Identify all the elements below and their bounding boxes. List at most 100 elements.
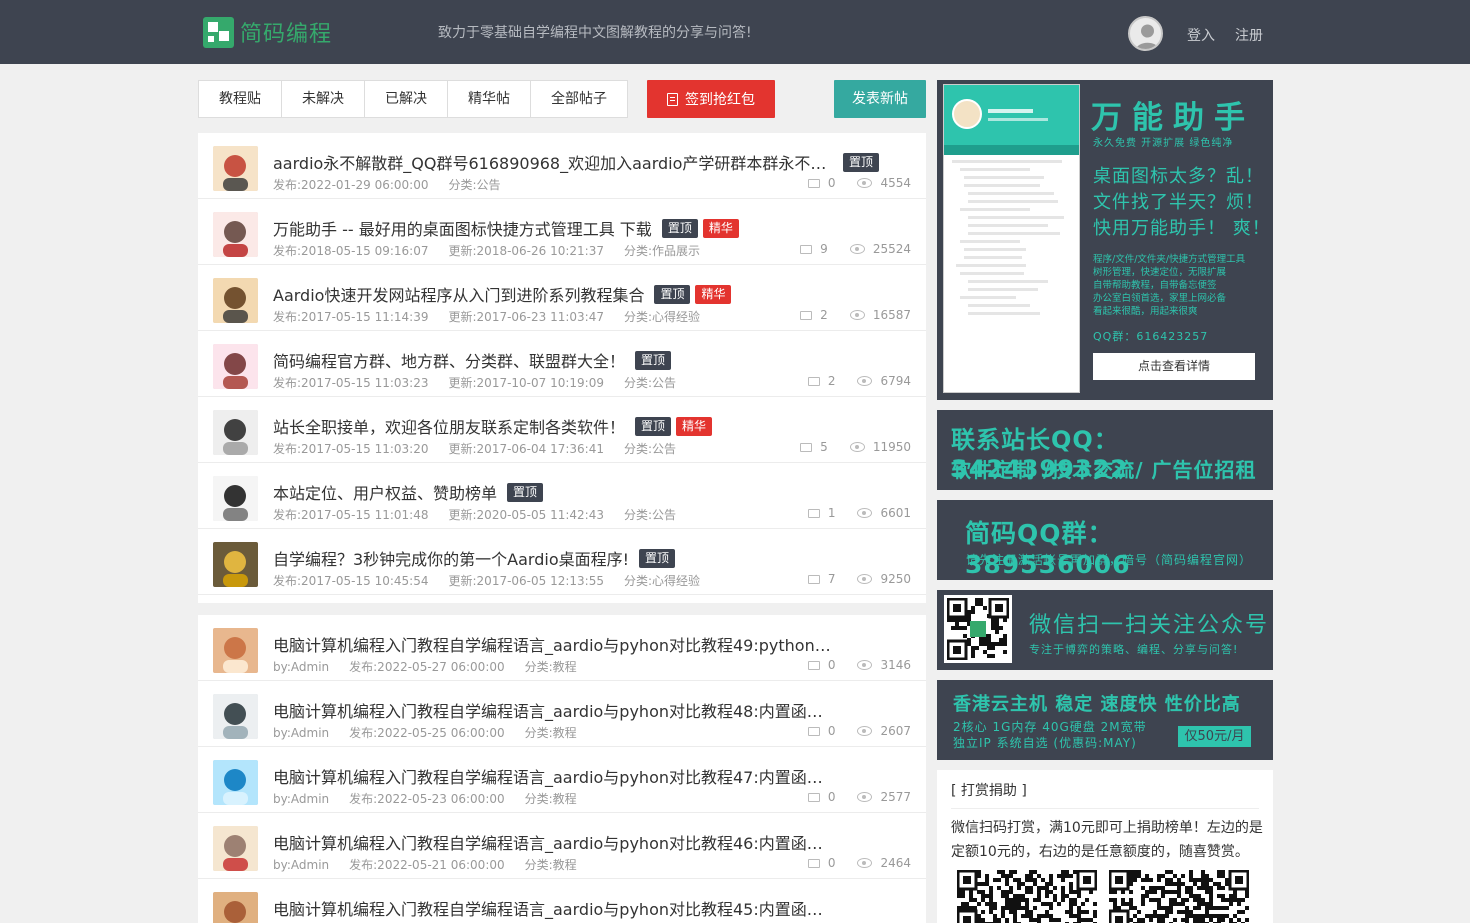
post-author-avatar[interactable]: [213, 760, 258, 805]
comment-icon: [807, 726, 820, 736]
post-title-link[interactable]: aardio永不解散群_QQ群号616890968_欢迎加入aardio产学研群…: [273, 150, 833, 174]
comment-count: 0: [827, 790, 836, 804]
ad-group-line2: 请先注册激活帐号再加群，暗号（简码编程官网）: [966, 553, 1253, 567]
post-title-link[interactable]: 简码编程官方群、地方群、分类群、联盟群大全！: [273, 348, 625, 372]
eye-icon: [857, 858, 873, 868]
comment-count: 9: [820, 242, 828, 256]
sticky-badge: 置顶: [639, 548, 676, 568]
sticky-badge: 置顶: [661, 218, 698, 238]
eye-icon: [857, 508, 873, 518]
post-author-avatar[interactable]: [213, 146, 258, 191]
post-title-link[interactable]: 电脑计算机编程入门教程自学编程语言_aardio与pyhon对比教程49:pyt…: [273, 632, 833, 656]
ad-qq-group[interactable]: 简码QQ群：389536006 请先注册激活帐号再加群，暗号（简码编程官网）: [937, 500, 1273, 580]
ad-qq-group: QQ群：616423257: [1093, 330, 1209, 343]
view-count: 6601: [880, 506, 911, 520]
view-count: 16587: [872, 308, 911, 322]
comment-icon: [807, 508, 820, 518]
sticky-badge: 置顶: [654, 284, 691, 304]
register-link[interactable]: 注册: [1235, 25, 1263, 45]
post-row[interactable]: 电脑计算机编程入门教程自学编程语言_aardio与pyhon对比教程49:pyt…: [198, 615, 926, 681]
post-author-avatar[interactable]: [213, 892, 258, 923]
post-updated: 更新:2017-06-04 17:36:41: [448, 442, 605, 456]
post-row[interactable]: aardio永不解散群_QQ群号616890968_欢迎加入aardio产学研群…: [198, 133, 926, 199]
eye-icon: [857, 574, 873, 584]
post-meta: by:Admin 发布:2022-05-21 06:00:00 分类:教程: [273, 856, 597, 873]
post-author-avatar[interactable]: [213, 278, 258, 323]
login-link[interactable]: 登入: [1187, 25, 1215, 45]
ad-contact-admin[interactable]: 联系站长QQ：3424399322 软件定制 /技术交流/ 广告位招租: [937, 410, 1273, 490]
eye-icon: [857, 660, 873, 670]
post-row[interactable]: 简码编程官方群、地方群、分类群、联盟群大全！ 置顶 发布:2017-05-15 11…: [198, 331, 926, 397]
user-avatar-icon[interactable]: [1128, 16, 1163, 51]
post-author-avatar[interactable]: [213, 410, 258, 455]
post-row[interactable]: 电脑计算机编程入门教程自学编程语言_aardio与pyhon对比教程46:内置函…: [198, 813, 926, 879]
tab-unsolved[interactable]: 未解决: [282, 81, 365, 117]
ad-hk-cloud-host[interactable]: 香港云主机 稳定 速度快 性价比高 2核心 1G内存 40G硬盘 2M宽带 独立I…: [937, 680, 1273, 760]
post-title-link[interactable]: 电脑计算机编程入门教程自学编程语言_aardio与pyhon对比教程45:内置函…: [273, 896, 833, 920]
post-category: 分类:公告: [624, 376, 677, 390]
ad-wechat-line1: 微信扫一扫关注公众号: [1029, 613, 1270, 638]
tab-featured[interactable]: 精华帖: [448, 81, 531, 117]
wechat-qr-code-icon: [944, 595, 1012, 663]
view-details-button[interactable]: 点击查看详情: [1093, 353, 1255, 380]
sticky-badge: 置顶: [507, 482, 544, 502]
post-updated: 更新:2017-06-23 11:03:47: [448, 310, 605, 324]
post-category: 分类:心得经验: [624, 574, 701, 588]
post-title-link[interactable]: 电脑计算机编程入门教程自学编程语言_aardio与pyhon对比教程46:内置函…: [273, 830, 833, 854]
post-row[interactable]: 万能助手 -- 最好用的桌面图标快捷方式管理工具 下载 置顶 精华 发布:2018-0…: [198, 199, 926, 265]
post-author-avatar[interactable]: [213, 826, 258, 871]
post-stats: 1 6601: [807, 506, 911, 520]
post-category: 分类:作品展示: [624, 244, 701, 258]
view-count: 3146: [880, 658, 911, 672]
post-row[interactable]: Aardio快速开发网站程序从入门到进阶系列教程集合 置顶 精华发布:2017-05…: [198, 265, 926, 331]
post-updated: 更新:2017-10-07 10:19:09: [448, 376, 605, 390]
post-author-avatar[interactable]: [213, 628, 258, 673]
post-title-link[interactable]: 自学编程？3秒钟完成你的第一个Aardio桌面程序!: [273, 546, 629, 570]
post-author-avatar[interactable]: [213, 694, 258, 739]
divider: [951, 808, 1259, 809]
post-meta: 发布:2017-05-15 11:14:39 更新:2017-06-23 11:0…: [273, 308, 720, 325]
post-row[interactable]: 电脑计算机编程入门教程自学编程语言_aardio与pyhon对比教程47:内置函…: [198, 747, 926, 813]
post-row[interactable]: 电脑计算机编程入门教程自学编程语言_aardio与pyhon对比教程48:内置函…: [198, 681, 926, 747]
post-row[interactable]: 电脑计算机编程入门教程自学编程语言_aardio与pyhon对比教程45:内置函…: [198, 879, 926, 923]
post-row[interactable]: 本站定位、用户权益、赞助榜单 置顶 发布:2017-05-15 11:01:48 更新…: [198, 463, 926, 529]
post-stats: 2 16587: [800, 308, 911, 322]
post-author-avatar[interactable]: [213, 344, 258, 389]
new-post-button[interactable]: 发表新帖: [834, 80, 926, 118]
ad-wanneng-assistant[interactable]: 万能助手 永久免费 开源扩展 绿色纯净 桌面图标太多？乱！ 文件找了半天？烦！ 快用…: [937, 80, 1273, 400]
post-stats: 7 9250: [807, 572, 911, 586]
ad-wechat-official[interactable]: 微信扫一扫关注公众号 专注于博弈的策略、编程、分享与问答!: [937, 590, 1273, 670]
post-published: 发布:2017-05-15 11:03:20: [273, 442, 429, 456]
featured-badge: 精华: [695, 284, 732, 304]
post-published: 发布:2018-05-15 09:16:07: [273, 244, 429, 258]
post-published: 发布:2017-05-15 11:14:39: [273, 310, 429, 324]
site-slogan: 致力于零基础自学编程中文图解教程的分享与问答!: [438, 25, 752, 41]
post-meta: 发布:2017-05-15 11:03:23 更新:2017-10-07 10:1…: [273, 374, 696, 391]
signin-red-packet-button[interactable]: 签到抢红包: [647, 80, 775, 118]
post-title-link[interactable]: 站长全职接单，欢迎各位朋友联系定制各类软件！: [273, 414, 625, 438]
post-title-link[interactable]: 万能助手 -- 最好用的桌面图标快捷方式管理工具 下载: [273, 216, 652, 240]
view-count: 25524: [872, 242, 911, 256]
post-stats: 9 25524: [800, 242, 911, 256]
post-author-avatar[interactable]: [213, 212, 258, 257]
comment-icon: [807, 792, 820, 802]
post-title-link[interactable]: Aardio快速开发网站程序从入门到进阶系列教程集合: [273, 282, 644, 306]
comment-icon: [800, 310, 813, 320]
ad-hosting-line1: 香港云主机 稳定 速度快 性价比高: [953, 694, 1241, 715]
tab-all-posts[interactable]: 全部帖子: [531, 81, 627, 117]
app-screenshot: [943, 84, 1080, 393]
post-author-avatar[interactable]: [213, 542, 258, 587]
tab-solved[interactable]: 已解决: [365, 81, 448, 117]
view-count: 2577: [880, 790, 911, 804]
post-title-link[interactable]: 电脑计算机编程入门教程自学编程语言_aardio与pyhon对比教程47:内置函…: [273, 764, 833, 788]
post-title-link[interactable]: 本站定位、用户权益、赞助榜单: [273, 480, 497, 504]
post-row[interactable]: 自学编程？3秒钟完成你的第一个Aardio桌面程序! 置顶 发布:2017-05-1…: [198, 529, 926, 595]
post-meta: 发布:2022-01-29 06:00:00 分类:公告: [273, 176, 521, 193]
post-author-avatar[interactable]: [213, 476, 258, 521]
post-row[interactable]: 站长全职接单，欢迎各位朋友联系定制各类软件！ 置顶 精华 发布:2017-05-15 …: [198, 397, 926, 463]
site-logo[interactable]: 简码编程: [203, 16, 332, 48]
post-meta: 发布:2017-05-15 11:03:20 更新:2017-06-04 17:3…: [273, 440, 696, 457]
post-title-link[interactable]: 电脑计算机编程入门教程自学编程语言_aardio与pyhon对比教程48:内置函…: [273, 698, 833, 722]
post-author: by:Admin: [273, 660, 330, 674]
tab-tutorials[interactable]: 教程贴: [199, 81, 282, 117]
